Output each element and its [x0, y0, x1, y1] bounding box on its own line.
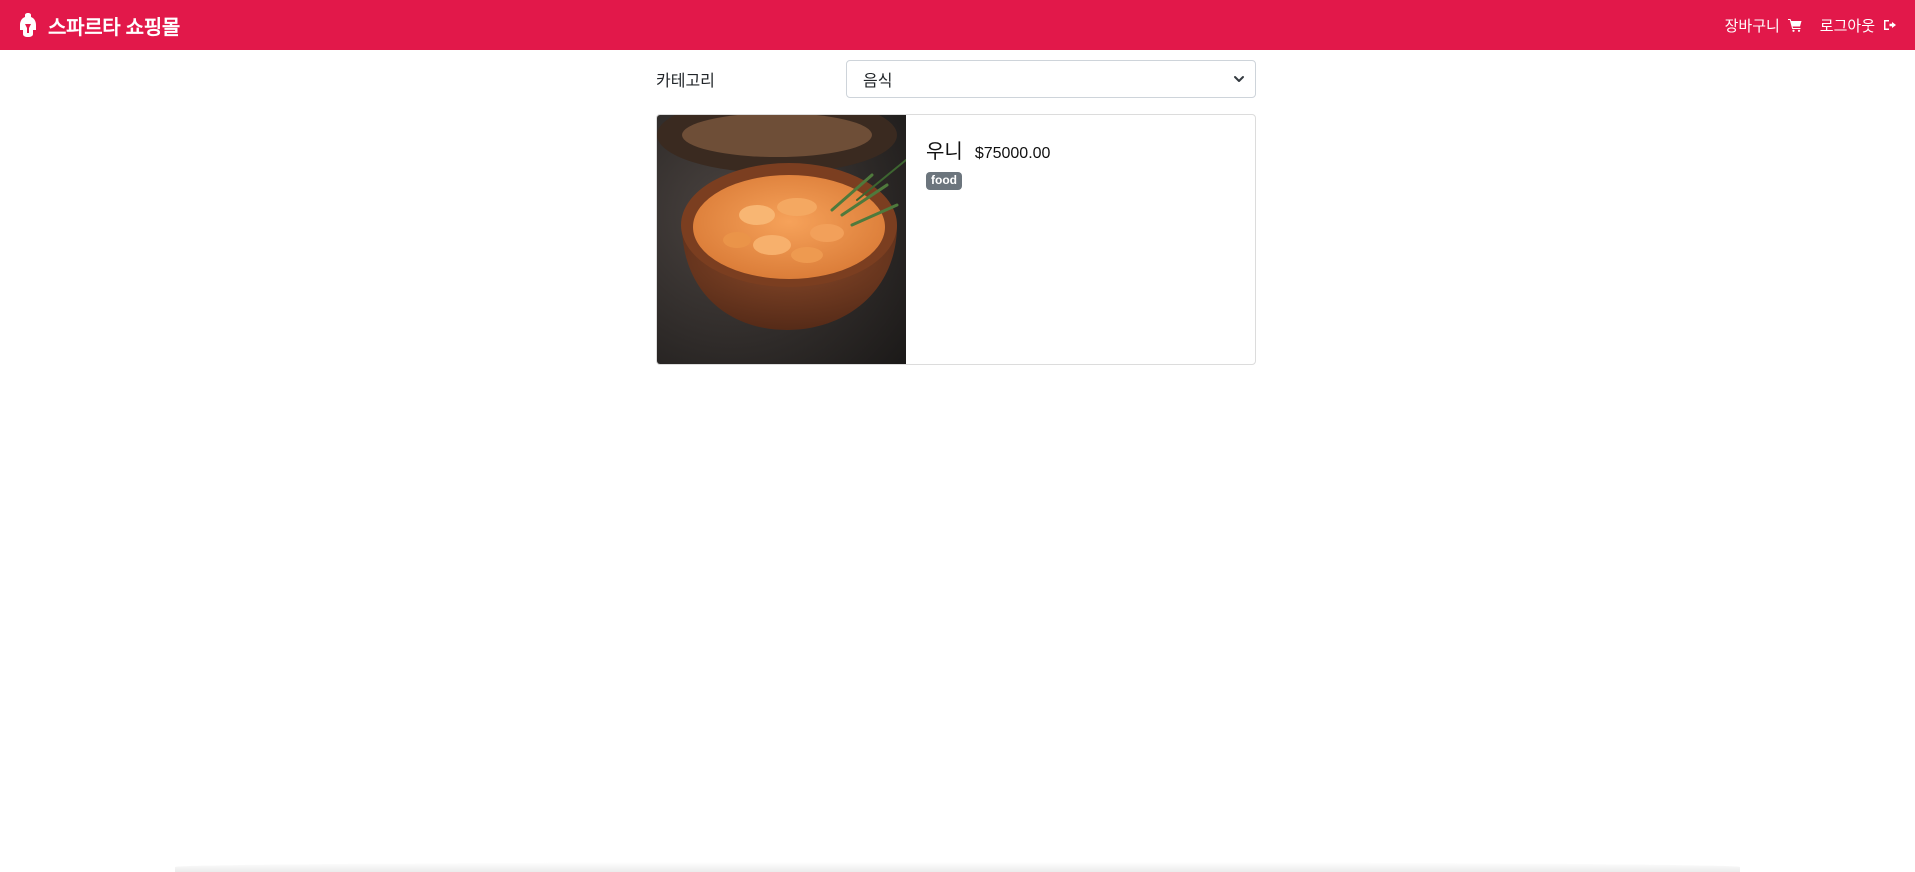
product-card[interactable]: 우니 $75000.00 food — [656, 114, 1256, 365]
category-select[interactable]: 음식 — [846, 60, 1256, 98]
logout-link[interactable]: 로그아웃 — [1820, 15, 1897, 36]
product-title-row: 우니 $75000.00 — [926, 135, 1050, 164]
product-name: 우니 — [926, 141, 963, 163]
category-badge: food — [926, 172, 962, 190]
category-label: 카테고리 — [656, 73, 715, 90]
cart-icon — [1787, 19, 1802, 32]
category-selected-value: 음식 — [863, 73, 893, 90]
spartan-helmet-icon — [20, 13, 36, 37]
navbar: 스파르타 쇼핑몰 장바구니 로그아웃 — [0, 0, 1915, 50]
brand-title: 스파르타 쇼핑몰 — [48, 16, 180, 39]
brand-link[interactable]: 스파르타 쇼핑몰 — [18, 11, 180, 40]
product-price: $75000.00 — [974, 145, 1051, 162]
category-filter: 카테고리 음식 — [656, 60, 1256, 98]
product-image — [657, 115, 906, 364]
nav-links: 장바구니 로그아웃 — [1725, 15, 1897, 36]
cart-link[interactable]: 장바구니 — [1725, 15, 1802, 36]
cart-link-label: 장바구니 — [1724, 17, 1780, 35]
logout-link-label: 로그아웃 — [1819, 17, 1875, 35]
logout-icon — [1884, 20, 1896, 30]
product-body: 우니 $75000.00 food — [906, 115, 1070, 364]
chevron-down-icon — [1234, 76, 1244, 82]
bottom-shadow — [175, 862, 1740, 872]
main-content: 카테고리 음식 우니 $75000.00 food — [656, 60, 1256, 365]
